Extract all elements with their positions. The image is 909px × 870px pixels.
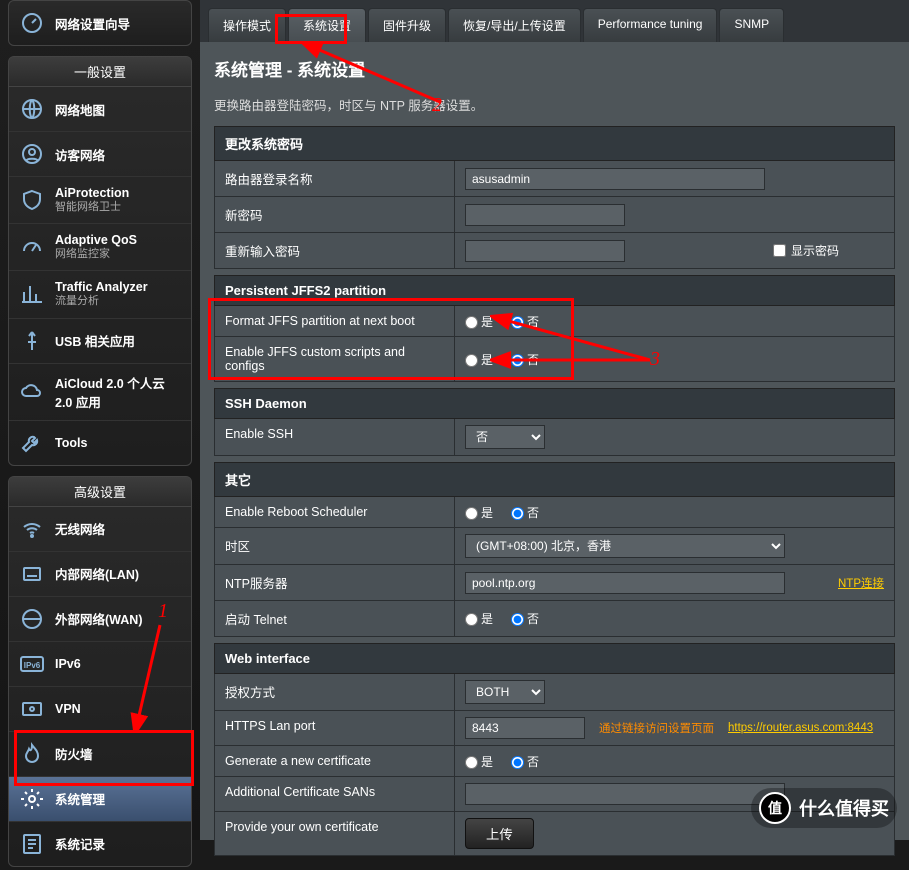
- sidebar-item-aicloud[interactable]: AiCloud 2.0 个人云 2.0 应用: [9, 364, 191, 421]
- sidebar-item-wizard[interactable]: 网络设置向导: [9, 1, 191, 45]
- usb-icon: [19, 328, 45, 354]
- vpn-icon: [19, 696, 45, 722]
- radio-reboot-no[interactable]: [511, 507, 524, 520]
- globe-icon: [19, 96, 45, 122]
- wan-icon: [19, 606, 45, 632]
- sidebar-item-tools[interactable]: Tools: [9, 421, 191, 465]
- chart-icon: [19, 281, 45, 307]
- radio-jffs-scripts-no[interactable]: [511, 354, 524, 367]
- radio-reboot-yes[interactable]: [465, 507, 478, 520]
- label-enable-ssh: Enable SSH: [215, 419, 455, 455]
- sidebar-item-aiprotection[interactable]: AiProtection智能网络卫士: [9, 177, 191, 224]
- input-ntp-server[interactable]: [465, 572, 785, 594]
- radio-jffs-format-no[interactable]: [511, 316, 524, 329]
- radio-jffs-scripts-yes[interactable]: [465, 354, 478, 367]
- watermark-icon: 值: [759, 792, 791, 824]
- watermark-text: 什么值得买: [799, 795, 889, 821]
- label-jffs-format: Format JFFS partition at next boot: [215, 306, 455, 336]
- sidebar-item-qos[interactable]: Adaptive QoS网络监控家: [9, 224, 191, 271]
- wifi-icon: [19, 516, 45, 542]
- radio-gencert-yes[interactable]: [465, 756, 478, 769]
- input-https-port[interactable]: [465, 717, 585, 739]
- gear-icon: [19, 786, 45, 812]
- sidebar-item-label: 网络设置向导: [55, 14, 130, 33]
- input-cert-sans[interactable]: [465, 783, 785, 805]
- label-retype-password: 重新输入密码: [215, 233, 455, 268]
- section-head-password: 更改系统密码: [214, 126, 895, 161]
- checkbox-show-password[interactable]: [773, 244, 786, 257]
- link-https-url[interactable]: https://router.asus.com:8443: [728, 722, 873, 734]
- speedometer-icon: [19, 234, 45, 260]
- radio-gencert-no[interactable]: [511, 756, 524, 769]
- section-head-ssh: SSH Daemon: [214, 388, 895, 419]
- radio-telnet-yes[interactable]: [465, 613, 478, 626]
- page-description: 更换路由器登陆密码，时区与 NTP 服务器设置。: [214, 95, 895, 114]
- sidebar-item-guest[interactable]: 访客网络: [9, 132, 191, 177]
- sidebar-item-lan[interactable]: 内部网络(LAN): [9, 552, 191, 597]
- svg-text:IPv6: IPv6: [24, 661, 41, 670]
- globe-users-icon: [19, 141, 45, 167]
- select-timezone[interactable]: (GMT+08:00) 北京，香港: [465, 534, 785, 558]
- gauge-icon: [19, 10, 45, 36]
- shield-icon: [19, 187, 45, 213]
- tab-performance[interactable]: Performance tuning: [583, 8, 718, 42]
- sidebar-advanced-title: 高级设置: [9, 477, 191, 507]
- sidebar-general-title: 一般设置: [9, 57, 191, 87]
- ipv6-icon: IPv6: [19, 651, 45, 677]
- label-auth-method: 授权方式: [215, 674, 455, 710]
- select-auth-method[interactable]: BOTH: [465, 680, 545, 704]
- sidebar-item-syslog[interactable]: 系统记录: [9, 822, 191, 866]
- sidebar-item-network-map[interactable]: 网络地图: [9, 87, 191, 132]
- label-jffs-scripts: Enable JFFS custom scripts and configs: [215, 337, 455, 381]
- tab-firmware[interactable]: 固件升级: [368, 8, 446, 42]
- tab-snmp[interactable]: SNMP: [719, 8, 784, 42]
- input-login-name[interactable]: [465, 168, 765, 190]
- sidebar-item-wan[interactable]: 外部网络(WAN): [9, 597, 191, 642]
- label-ntp: NTP服务器: [215, 565, 455, 600]
- watermark: 值 什么值得买: [751, 788, 897, 828]
- input-new-password[interactable]: [465, 204, 625, 226]
- input-retype-password[interactable]: [465, 240, 625, 262]
- sidebar: 网络设置向导 一般设置 网络地图 访客网络 AiProtection智能网络卫士…: [0, 0, 200, 840]
- sidebar-item-wireless[interactable]: 无线网络: [9, 507, 191, 552]
- cloud-icon: [19, 379, 45, 405]
- label-https-port: HTTPS Lan port: [215, 711, 455, 745]
- label-cert-sans: Additional Certificate SANs: [215, 777, 455, 811]
- sidebar-item-traffic[interactable]: Traffic Analyzer流量分析: [9, 271, 191, 318]
- sidebar-item-administration[interactable]: 系统管理: [9, 777, 191, 822]
- select-enable-ssh[interactable]: 否: [465, 425, 545, 449]
- label-telnet: 启动 Telnet: [215, 601, 455, 636]
- lan-icon: [19, 561, 45, 587]
- label-login-name: 路由器登录名称: [215, 161, 455, 196]
- log-icon: [19, 831, 45, 857]
- sidebar-item-vpn[interactable]: VPN: [9, 687, 191, 732]
- label-reboot-scheduler: Enable Reboot Scheduler: [215, 497, 455, 527]
- page-title: 系统管理 - 系统设置: [214, 56, 895, 81]
- tab-backup-restore[interactable]: 恢复/导出/上传设置: [448, 8, 581, 42]
- sidebar-item-usb[interactable]: USB 相关应用: [9, 319, 191, 364]
- radio-telnet-no[interactable]: [511, 613, 524, 626]
- label-new-password: 新密码: [215, 197, 455, 232]
- main-panel: 操作模式 系统设置 固件升级 恢复/导出/上传设置 Performance tu…: [200, 0, 909, 840]
- https-note: 通过链接访问设置页面: [599, 720, 714, 736]
- tab-system-settings[interactable]: 系统设置: [288, 8, 366, 42]
- radio-jffs-format-yes[interactable]: [465, 316, 478, 329]
- label-gen-cert: Generate a new certificate: [215, 746, 455, 776]
- link-ntp[interactable]: NTP连接: [838, 575, 884, 591]
- section-head-jffs: Persistent JFFS2 partition: [214, 275, 895, 306]
- upload-button[interactable]: 上传: [465, 818, 534, 849]
- fire-icon: [19, 741, 45, 767]
- tab-operation-mode[interactable]: 操作模式: [208, 8, 286, 42]
- section-head-web: Web interface: [214, 643, 895, 674]
- label-timezone: 时区: [215, 528, 455, 564]
- sidebar-item-ipv6[interactable]: IPv6 IPv6: [9, 642, 191, 687]
- sidebar-item-firewall[interactable]: 防火墙: [9, 732, 191, 777]
- section-head-misc: 其它: [214, 462, 895, 497]
- label-own-cert: Provide your own certificate: [215, 812, 455, 855]
- tab-bar: 操作模式 系统设置 固件升级 恢复/导出/上传设置 Performance tu…: [200, 0, 909, 42]
- wrench-icon: [19, 430, 45, 456]
